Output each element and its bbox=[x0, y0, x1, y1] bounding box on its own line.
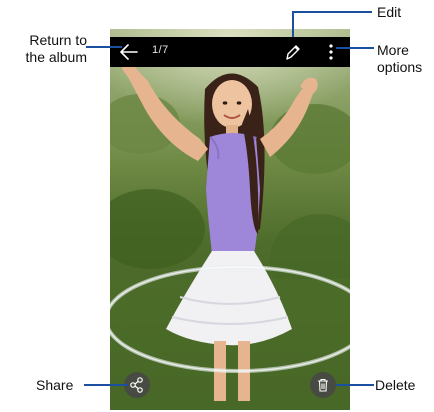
more-options-button[interactable] bbox=[324, 41, 338, 63]
viewer-top-bar: 1/7 bbox=[110, 37, 350, 67]
annotated-screenshot: 1/7 Return to the album Edit More option… bbox=[0, 0, 434, 412]
photo bbox=[110, 29, 350, 410]
callout-delete: Delete bbox=[375, 377, 416, 393]
photo-viewer-screen: 1/7 bbox=[110, 29, 350, 410]
callout-return-line1: Return to bbox=[29, 32, 87, 48]
callout-more-options: More options bbox=[377, 42, 422, 76]
vertical-dots-icon bbox=[329, 44, 333, 60]
pencil-icon bbox=[286, 45, 300, 60]
trash-icon bbox=[318, 378, 328, 392]
callout-return-line2: the album bbox=[25, 49, 87, 65]
callout-edit: Edit bbox=[377, 4, 402, 20]
callout-more-line1: More bbox=[377, 42, 409, 58]
callout-return-to-album: Return to the album bbox=[3, 32, 87, 66]
callout-more-line2: options bbox=[377, 59, 423, 75]
back-button[interactable] bbox=[118, 42, 140, 62]
share-button[interactable] bbox=[124, 372, 150, 398]
share-icon bbox=[130, 377, 143, 393]
arrow-left-icon bbox=[120, 44, 138, 60]
photo-counter: 1/7 bbox=[152, 44, 169, 56]
edit-button[interactable] bbox=[283, 41, 303, 63]
delete-button[interactable] bbox=[310, 372, 336, 398]
callout-share: Share bbox=[36, 377, 74, 393]
